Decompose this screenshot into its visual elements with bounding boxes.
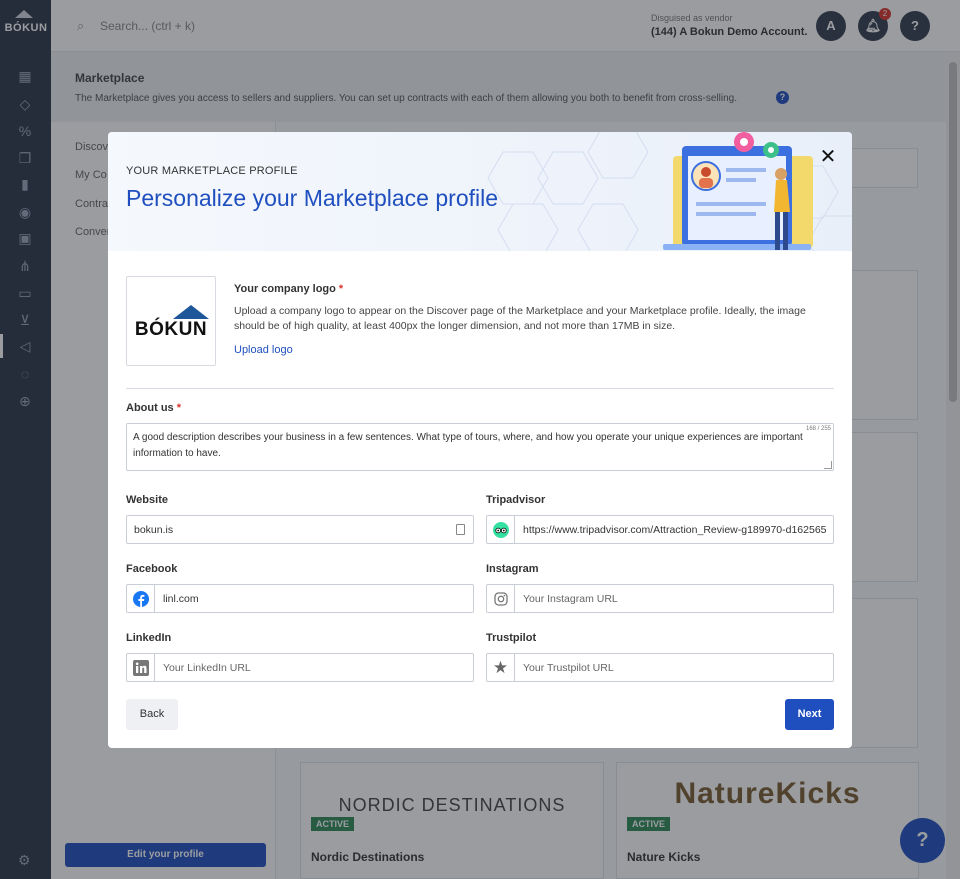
autofill-icon[interactable] xyxy=(456,524,465,535)
modal-header: YOUR MARKETPLACE PROFILE Personalize you… xyxy=(108,132,852,251)
facebook-icon xyxy=(127,585,155,612)
website-field[interactable]: bokun.is xyxy=(126,515,474,544)
company-logo-label: Your company logo * xyxy=(234,283,343,295)
tripadvisor-field[interactable]: https://www.tripadvisor.com/Attraction_R… xyxy=(486,515,834,544)
trustpilot-label: Trustpilot xyxy=(486,632,537,644)
about-us-label-text: About us xyxy=(126,402,174,414)
star-icon: ★ xyxy=(487,654,515,681)
back-button[interactable]: Back xyxy=(126,699,178,730)
company-logo-description: Upload a company logo to appear on the D… xyxy=(234,305,806,332)
tripadvisor-label: Tripadvisor xyxy=(486,494,546,506)
resize-handle[interactable] xyxy=(824,461,832,469)
close-icon[interactable]: ✕ xyxy=(818,147,838,167)
next-button[interactable]: Next xyxy=(785,699,834,730)
section-divider xyxy=(126,388,834,389)
trustpilot-input: Your Trustpilot URL xyxy=(523,662,614,674)
upload-logo-link[interactable]: Upload logo xyxy=(234,344,293,356)
modal-title: Personalize your Marketplace profile xyxy=(126,185,499,211)
profile-illustration xyxy=(487,132,852,251)
tripadvisor-value: https://www.tripadvisor.com/Attraction_R… xyxy=(523,524,827,536)
facebook-label: Facebook xyxy=(126,563,178,575)
linkedin-field[interactable]: Your LinkedIn URL xyxy=(126,653,474,682)
linkedin-icon xyxy=(127,654,155,681)
about-us-label: About us * xyxy=(126,402,181,414)
instagram-field[interactable]: Your Instagram URL xyxy=(486,584,834,613)
required-mark: * xyxy=(338,283,344,295)
marketplace-profile-modal: YOUR MARKETPLACE PROFILE Personalize you… xyxy=(108,132,852,748)
company-logo-preview[interactable]: BÓKUN xyxy=(126,276,216,366)
company-logo-text: BÓKUN xyxy=(134,319,208,340)
tripadvisor-icon xyxy=(487,516,515,543)
linkedin-label: LinkedIn xyxy=(126,632,172,644)
character-counter: 168 / 255 xyxy=(806,426,832,432)
facebook-value: linl.com xyxy=(163,593,199,605)
logo-mountain-icon xyxy=(173,305,209,319)
modal-eyebrow: YOUR MARKETPLACE PROFILE xyxy=(126,165,298,177)
required-mark: * xyxy=(176,402,182,414)
website-label: Website xyxy=(126,494,168,506)
linkedin-input: Your LinkedIn URL xyxy=(163,662,251,674)
about-us-textarea[interactable]: A good description describes your busine… xyxy=(126,423,834,471)
website-value: bokun.is xyxy=(134,524,174,536)
instagram-icon xyxy=(487,585,515,612)
company-logo-label-text: Your company logo xyxy=(234,283,336,295)
instagram-label: Instagram xyxy=(486,563,539,575)
facebook-field[interactable]: linl.com xyxy=(126,584,474,613)
instagram-input: Your Instagram URL xyxy=(523,593,618,605)
trustpilot-field[interactable]: ★ Your Trustpilot URL xyxy=(486,653,834,682)
